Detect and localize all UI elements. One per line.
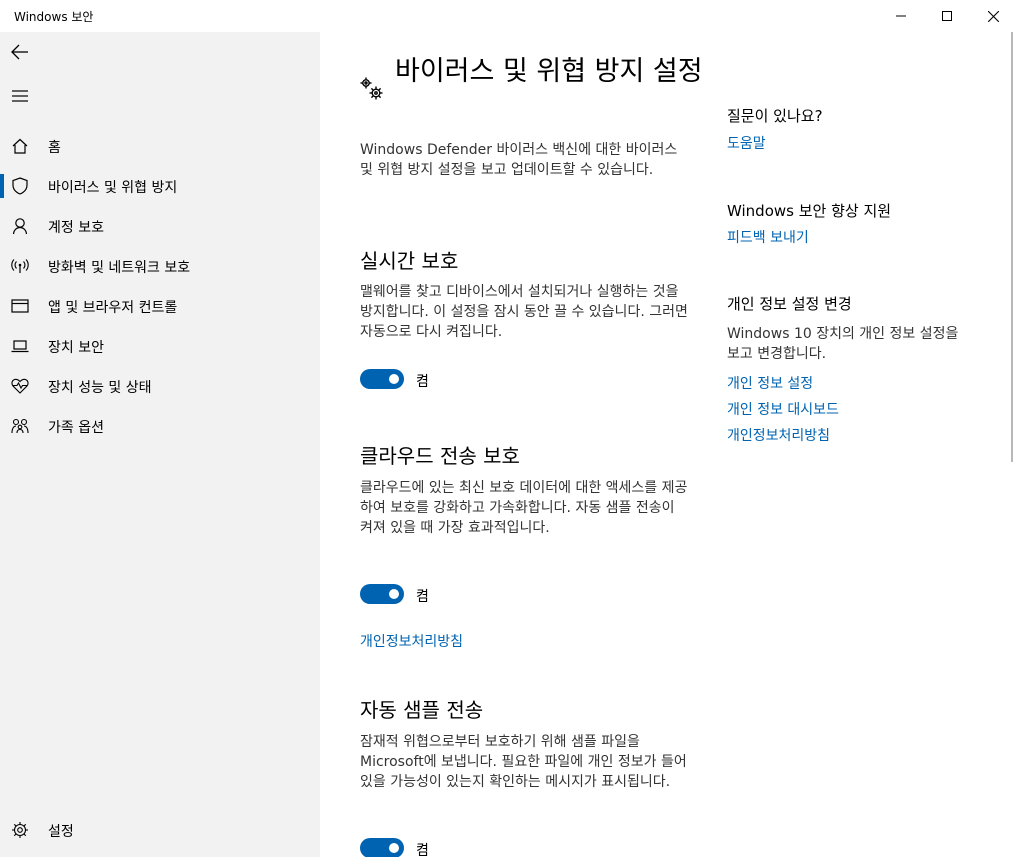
toggle-state-label: 켬 [416, 589, 429, 605]
back-arrow-icon [11, 44, 28, 60]
toggle-knob [389, 843, 399, 853]
title-bar: Windows 보안 [0, 0, 1015, 32]
cloud-protection-toggle[interactable] [360, 584, 404, 604]
privacy-statement-link[interactable]: 개인정보처리방침 [360, 631, 463, 651]
toggle-knob [389, 589, 399, 599]
page-title: 바이러스 및 위협 방지 설정 [395, 56, 703, 87]
browser-window-icon [11, 297, 29, 315]
section-title-realtime: 실시간 보호 [360, 249, 459, 273]
sidebar-item-home[interactable]: 홈 [0, 126, 320, 166]
sidebar-item-label: 장치 보안 [48, 340, 104, 356]
sidebar-item-label: 장치 성능 및 상태 [48, 380, 152, 396]
sidebar-item-device-performance[interactable]: 장치 성능 및 상태 [0, 366, 320, 406]
sidebar-item-label: 바이러스 및 위협 방지 [48, 180, 178, 196]
sample-submission-toggle[interactable] [360, 838, 404, 857]
heart-pulse-icon [11, 377, 29, 395]
windows-security-window: Windows 보안 홈 바이러스 및 위협 방지 계정 보호 방화벽 및 네트… [0, 0, 1015, 857]
sidebar-item-label: 홈 [48, 140, 61, 156]
improve-heading: Windows 보안 향상 지원 [727, 202, 892, 220]
minimize-icon [896, 15, 906, 17]
home-icon [11, 137, 29, 155]
maximize-button[interactable] [924, 0, 970, 32]
toggle-knob [389, 374, 399, 384]
sidebar-item-device-security[interactable]: 장치 보안 [0, 326, 320, 366]
sidebar-item-virus-protection[interactable]: 바이러스 및 위협 방지 [0, 166, 320, 206]
section-title-sample-submission: 자동 샘플 전송 [360, 698, 484, 722]
feedback-link[interactable]: 피드백 보내기 [727, 227, 809, 247]
close-icon [987, 10, 999, 22]
privacy-settings-link[interactable]: 개인 정보 설정 [727, 373, 813, 393]
close-button[interactable] [970, 0, 1015, 32]
section-desc-realtime: 맬웨어를 찾고 디바이스에서 설치되거나 실행하는 것을 방지합니다. 이 설정… [360, 284, 688, 340]
sidebar-item-app-browser-control[interactable]: 앱 및 브라우저 컨트롤 [0, 286, 320, 326]
sidebar-item-label: 설정 [48, 824, 74, 840]
sidebar-item-label: 가족 옵션 [48, 420, 104, 436]
gear-icon [11, 821, 29, 839]
settings-gears-icon [358, 75, 386, 103]
sidebar: 홈 바이러스 및 위협 방지 계정 보호 방화벽 및 네트워크 보호 앱 및 브… [0, 32, 320, 857]
section-desc-sample-submission: 잠재적 위협으로부터 보호하기 위해 샘플 파일을 Microsoft에 보냅니… [360, 734, 687, 790]
section-desc-cloud: 클라우드에 있는 최신 보호 데이터에 대한 액세스를 제공하여 보호를 강화하… [360, 480, 688, 536]
family-icon [11, 417, 29, 435]
sidebar-item-account-protection[interactable]: 계정 보호 [0, 206, 320, 246]
privacy-dashboard-link[interactable]: 개인 정보 대시보드 [727, 399, 839, 419]
help-heading: 질문이 있나요? [727, 107, 823, 125]
sidebar-item-firewall[interactable]: 방화벽 및 네트워크 보호 [0, 246, 320, 286]
laptop-icon [11, 337, 29, 355]
sidebar-item-family-options[interactable]: 가족 옵션 [0, 406, 320, 446]
realtime-protection-toggle[interactable] [360, 369, 404, 389]
back-button[interactable] [8, 40, 32, 64]
help-link[interactable]: 도움말 [727, 133, 766, 153]
page-intro: Windows Defender 바이러스 백신에 대한 바이러스 및 위협 방… [360, 142, 678, 178]
privacy-text: Windows 10 장치의 개인 정보 설정을 보고 변경합니다. [727, 326, 959, 362]
privacy-heading: 개인 정보 설정 변경 [727, 295, 852, 313]
maximize-icon [942, 11, 952, 21]
sidebar-item-label: 방화벽 및 네트워크 보호 [48, 260, 191, 276]
main-content: 바이러스 및 위협 방지 설정 Windows Defender 바이러스 백신… [320, 32, 1015, 857]
toggle-state-label: 켬 [416, 374, 429, 390]
toggle-state-label: 켬 [416, 843, 429, 857]
privacy-statement-link-right[interactable]: 개인정보처리방침 [727, 425, 830, 445]
hamburger-menu-button[interactable] [8, 84, 32, 108]
selection-indicator [0, 174, 4, 198]
wireless-icon [11, 257, 29, 275]
scrollbar[interactable] [1011, 32, 1013, 462]
minimize-button[interactable] [878, 0, 924, 32]
sidebar-item-label: 앱 및 브라우저 컨트롤 [48, 300, 178, 316]
sidebar-item-label: 계정 보호 [48, 220, 104, 236]
shield-icon [11, 177, 29, 195]
section-title-cloud: 클라우드 전송 보호 [360, 444, 520, 468]
hamburger-icon [12, 90, 28, 102]
window-title: Windows 보안 [14, 10, 94, 24]
sidebar-item-settings[interactable]: 설정 [0, 810, 320, 850]
person-icon [11, 217, 29, 235]
